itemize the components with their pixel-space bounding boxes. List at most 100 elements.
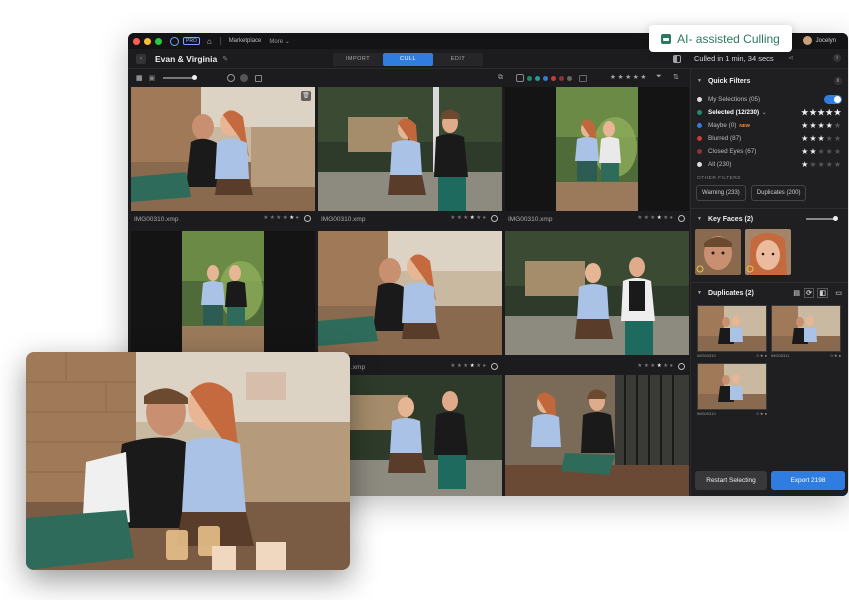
photo-thumbnail[interactable] — [505, 87, 689, 211]
filter-all[interactable]: All (230) ★★★★★ — [691, 158, 848, 171]
photo-cell[interactable]: IMG00310.xmp ★ ★ ★ ★ ★ ● — [318, 87, 502, 227]
photo-select-circle[interactable] — [678, 215, 685, 222]
home-icon[interactable]: ⌂ — [207, 37, 212, 46]
share-icon[interactable]: ⋖ — [788, 54, 794, 62]
layout-icon[interactable]: ▤ — [793, 289, 800, 297]
warning-filter-button[interactable]: Warning (233) — [696, 185, 746, 201]
filter-stars: ★★★★★ — [801, 147, 842, 156]
photo-cell[interactable] — [131, 231, 315, 355]
close-window-button[interactable] — [133, 37, 140, 45]
photo-cell[interactable] — [318, 231, 502, 355]
grid-view-icon[interactable]: ▦ — [136, 74, 143, 82]
key-face-thumbnail[interactable] — [745, 229, 791, 275]
face-icon[interactable] — [227, 74, 236, 82]
photo-rating-stars[interactable]: ★ ★ ★ ★ ★ ● — [450, 215, 486, 221]
face-size-slider[interactable] — [806, 216, 838, 221]
key-faces-header[interactable]: ▼ Key Faces (2) — [691, 211, 848, 227]
stack-icon[interactable] — [240, 74, 249, 82]
photo-caption: IMG00310.xmp ★ ★ ★ ★ ★ ● — [505, 211, 689, 227]
filter-maybe[interactable]: Maybe (0) NEW ★★★★★ — [691, 119, 848, 132]
minimize-window-button[interactable] — [144, 37, 151, 45]
info-icon[interactable]: i — [833, 54, 841, 62]
filter-funnel-icon[interactable]: ⏷ — [656, 73, 662, 81]
color-teal-button[interactable] — [535, 75, 540, 81]
photo-caption: ★ ★ ★ ★ ★ ● — [505, 359, 689, 375]
filter-my-selections[interactable]: My Selections (05) — [691, 93, 848, 106]
photo-thumbnail[interactable] — [131, 231, 315, 355]
reject-filter-icon[interactable] — [579, 74, 587, 82]
duplicate-thumbnail[interactable] — [771, 305, 841, 352]
photo-sitting — [318, 231, 502, 355]
tab-import[interactable]: IMPORT — [333, 53, 383, 66]
duplicate-item[interactable]: IMG00310 0 ★ ● — [697, 305, 767, 358]
maximize-window-button[interactable] — [155, 37, 162, 45]
duplicate-thumbnail[interactable] — [697, 363, 767, 410]
photo-rating-stars[interactable]: ★ ★ ★ ★ ★ ● — [637, 215, 673, 221]
list-icon[interactable]: ▭ — [835, 289, 842, 297]
duplicate-item[interactable]: IMG00311 0 ★ ● — [771, 305, 841, 358]
tab-edit[interactable]: EDIT — [433, 53, 483, 66]
duplicate-rating[interactable]: 0 ★ ● — [831, 353, 841, 358]
photo-rating-stars[interactable]: ★ ★ ★ ★ ★ ● — [637, 363, 673, 369]
color-label-filter — [516, 74, 587, 82]
photo-rating-stars[interactable]: ★ ★ ★ ★ ★ ● — [263, 215, 299, 221]
photo-thumbnail[interactable] — [318, 231, 502, 355]
copy-icon[interactable]: ⧉ — [498, 74, 503, 82]
restart-selecting-button[interactable]: Restart Selecting — [695, 471, 767, 490]
menu-marketplace[interactable]: Marketplace — [229, 38, 262, 44]
photo-select-circle[interactable] — [678, 363, 685, 370]
back-button[interactable]: ‹ — [136, 53, 146, 64]
photo-select-circle[interactable] — [304, 215, 311, 222]
edit-pencil-icon[interactable]: ✎ — [222, 55, 228, 63]
color-gray-button[interactable] — [567, 75, 572, 81]
compare-icon[interactable]: ◧ — [817, 288, 828, 298]
info-icon[interactable]: i — [834, 77, 842, 85]
export-button[interactable]: Export 2198 — [771, 471, 845, 490]
my-selections-toggle[interactable] — [824, 95, 842, 104]
photo-thumbnail[interactable] — [505, 375, 689, 496]
filter-stars: ★★★★★ — [801, 108, 842, 117]
photo-select-circle[interactable] — [491, 363, 498, 370]
color-blue-button[interactable] — [543, 75, 548, 81]
color-maroon-button[interactable] — [559, 75, 564, 81]
tab-cull[interactable]: CULL — [383, 53, 433, 66]
trash-icon[interactable]: 🗑 — [301, 91, 311, 101]
photo-select-circle[interactable] — [491, 215, 498, 222]
thumbnail-size-slider[interactable] — [163, 75, 198, 80]
grid-select-icon[interactable] — [255, 74, 263, 82]
filter-closed-eyes[interactable]: Closed Eyes (67) ★★★★★ — [691, 145, 848, 158]
single-view-icon[interactable]: ▣ — [149, 74, 156, 82]
duplicate-item[interactable]: IMG00310 0 ★ ● — [697, 363, 767, 416]
photo-caption: IMG00310.xmp ★ ★ ★ ★ ★ ● — [318, 211, 502, 227]
photo-cell[interactable]: IMG00310.xmp ★ ★ ★ ★ ★ ● — [505, 87, 689, 227]
photo-thumbnail[interactable] — [505, 231, 689, 355]
avatar — [802, 36, 812, 45]
filter-blurred[interactable]: Blurred (87) ★★★★★ — [691, 132, 848, 145]
photo-rating-stars[interactable]: ★ ★ ★ ★ ★ ● — [450, 363, 486, 369]
quick-filters-header[interactable]: ▼ Quick Filters i — [691, 73, 848, 89]
rating-filter-stars[interactable]: ★ ★ ★ ★ ★ — [610, 73, 646, 81]
photo-thumbnail[interactable] — [318, 87, 502, 211]
key-face-thumbnail[interactable] — [695, 229, 741, 275]
duplicates-filter-button[interactable]: Duplicates (200) — [750, 185, 807, 201]
filter-label: Blurred (87) — [708, 135, 742, 142]
user-menu[interactable]: Jocelyn — [802, 36, 836, 45]
menu-more[interactable]: More ⌄ — [269, 38, 289, 45]
duplicate-thumbnail[interactable] — [697, 305, 767, 352]
sort-icon[interactable]: ⇅ — [673, 73, 679, 81]
duplicate-rating[interactable]: 0 ★ ● — [757, 353, 767, 358]
photo-thumbnail[interactable]: 🗑 — [131, 87, 315, 211]
photo-cell[interactable]: 🗑 IMG00310.xmp ★ ★ ★ ★ ★ ● — [131, 87, 315, 227]
color-none-button[interactable] — [516, 74, 524, 82]
duplicate-rating[interactable]: 0 ★ ● — [757, 411, 767, 416]
compare-view-icon[interactable] — [673, 55, 681, 63]
duplicates-header[interactable]: ▼ Duplicates (2) ▤ ⟳ ◧ ▭ — [691, 285, 848, 301]
filter-selected[interactable]: Selected (12/230) ⌄ ★★★★★ — [691, 106, 848, 119]
color-red-button[interactable] — [551, 75, 556, 81]
duplicates-grid: IMG00310 0 ★ ● IMG00311 0 ★ ● IMG00310 0… — [691, 301, 848, 421]
color-green-button[interactable] — [527, 75, 532, 81]
mode-tabs: IMPORT CULL EDIT — [333, 53, 483, 66]
photo-cell[interactable] — [505, 231, 689, 355]
refresh-icon[interactable]: ⟳ — [804, 288, 814, 298]
photo-cell[interactable]: ★ ★ ★ ★ ★ ● — [505, 363, 689, 496]
